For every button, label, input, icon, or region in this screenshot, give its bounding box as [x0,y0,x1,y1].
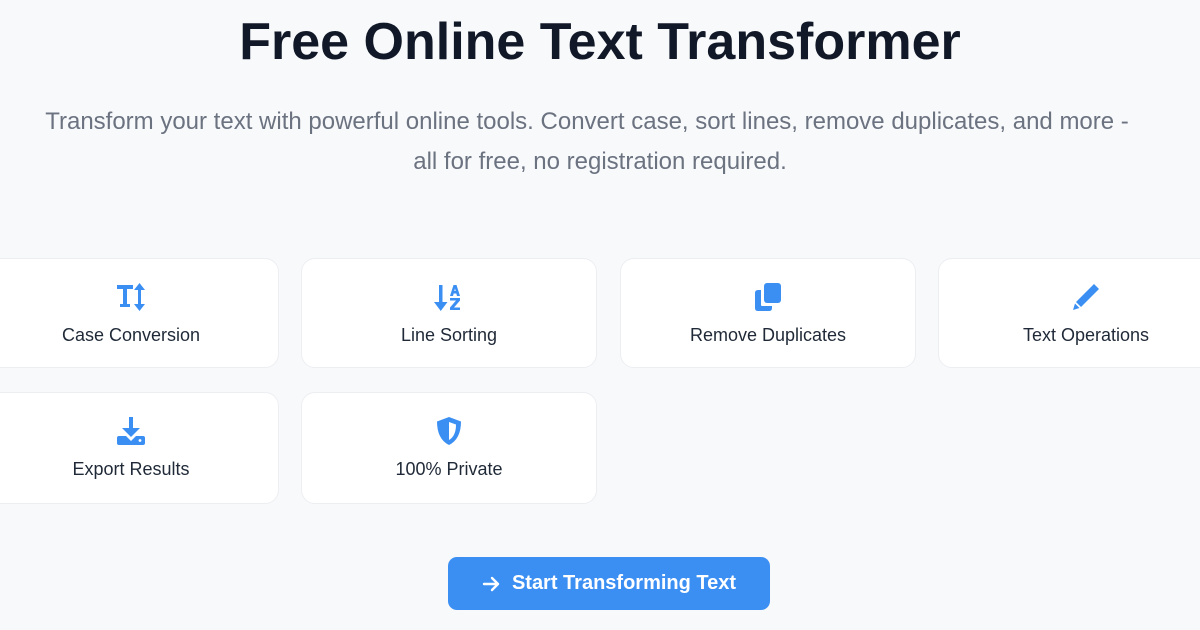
feature-card-export-results[interactable]: Export Results [0,392,279,504]
feature-label: Case Conversion [61,325,201,345]
feature-label: Export Results [72,459,190,479]
subtitle-line-1: Transform your text with powerful online… [45,108,1129,135]
page-subtitle: Transform your text with powerful online… [0,102,1200,182]
start-transforming-label: Start Transforming Text [511,572,737,594]
feature-card-remove-duplicates[interactable]: Remove Duplicates [620,258,916,368]
download-icon [115,415,147,447]
sort-alpha-down-icon [433,281,465,313]
subtitle-line-2: all for free, no registration required. [413,148,787,175]
feature-card-private[interactable]: 100% Private [301,392,597,504]
feature-card-text-operations[interactable]: Text Operations [938,258,1200,368]
shield-icon [433,415,465,447]
feature-label: 100% Private [395,459,503,479]
start-transforming-button[interactable]: Start Transforming Text [448,557,770,610]
pen-icon [1070,281,1102,313]
feature-label: Line Sorting [400,325,498,345]
text-height-icon [115,281,147,313]
arrow-right-icon [482,576,500,591]
feature-card-line-sorting[interactable]: Line Sorting [301,258,597,368]
copy-icon [752,281,784,313]
feature-card-case-conversion[interactable]: Case Conversion [0,258,279,368]
feature-label: Text Operations [1022,325,1150,345]
feature-label: Remove Duplicates [689,325,847,345]
page-title: Free Online Text Transformer [239,13,961,71]
